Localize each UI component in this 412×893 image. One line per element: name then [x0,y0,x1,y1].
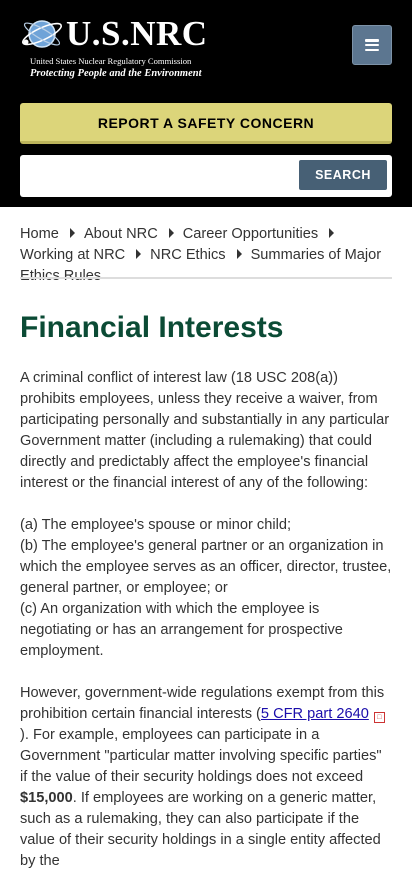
nrc-logo[interactable]: U.S.NRC United States Nuclear Regulatory… [20,12,210,82]
logo-tagline: Protecting People and the Environment [30,68,202,79]
site-header: U.S.NRC United States Nuclear Regulatory… [0,0,412,207]
exemptions-text-end: . If employees are working on a generic … [20,790,381,869]
logo-subtitle: United States Nuclear Regulatory Commiss… [30,56,192,66]
cfr-2640-link[interactable]: 5 CFR part 2640 [261,706,369,722]
list-item: (c) An organization with which the emplo… [20,601,343,659]
report-safety-concern-button[interactable]: REPORT A SAFETY CONCERN [20,103,392,144]
list-item: (b) The employee's general partner or an… [20,538,392,596]
intro-paragraph: A criminal conflict of interest law (18 … [20,370,390,491]
menu-button[interactable] [352,25,392,65]
breadcrumb-home[interactable]: Home [20,226,59,242]
logo-title: U.S.NRC [66,14,208,53]
search-input[interactable] [20,155,290,197]
hamburger-menu-icon [365,39,379,51]
breadcrumb-separator-icon [69,228,75,238]
exemptions-paragraph: However, government-wide regulations exe… [20,683,392,872]
threshold-amount: $15,000 [20,790,73,806]
breadcrumb-about-nrc[interactable]: About NRC [84,226,158,242]
breadcrumb-separator-icon [236,249,242,259]
relations-list: (a) The employee's spouse or minor child… [20,515,392,662]
breadcrumb-career-opportunities[interactable]: Career Opportunities [183,226,318,242]
breadcrumb-separator-icon [136,249,142,259]
breadcrumb-divider [20,277,392,279]
main-content: A criminal conflict of interest law (18 … [20,368,392,893]
search-bar: SEARCH [20,155,392,197]
breadcrumb-separator-icon [168,228,174,238]
exemptions-text-middle: ). For example, employees can participat… [20,727,382,785]
search-button[interactable]: SEARCH [299,160,387,190]
page-title: Financial Interests [20,311,284,344]
breadcrumb-separator-icon [329,228,335,238]
breadcrumb-nrc-ethics[interactable]: NRC Ethics [150,247,225,263]
pdf-icon: □ [373,712,385,723]
breadcrumb-working-at-nrc[interactable]: Working at NRC [20,247,125,263]
list-item: (a) The employee's spouse or minor child… [20,517,292,533]
